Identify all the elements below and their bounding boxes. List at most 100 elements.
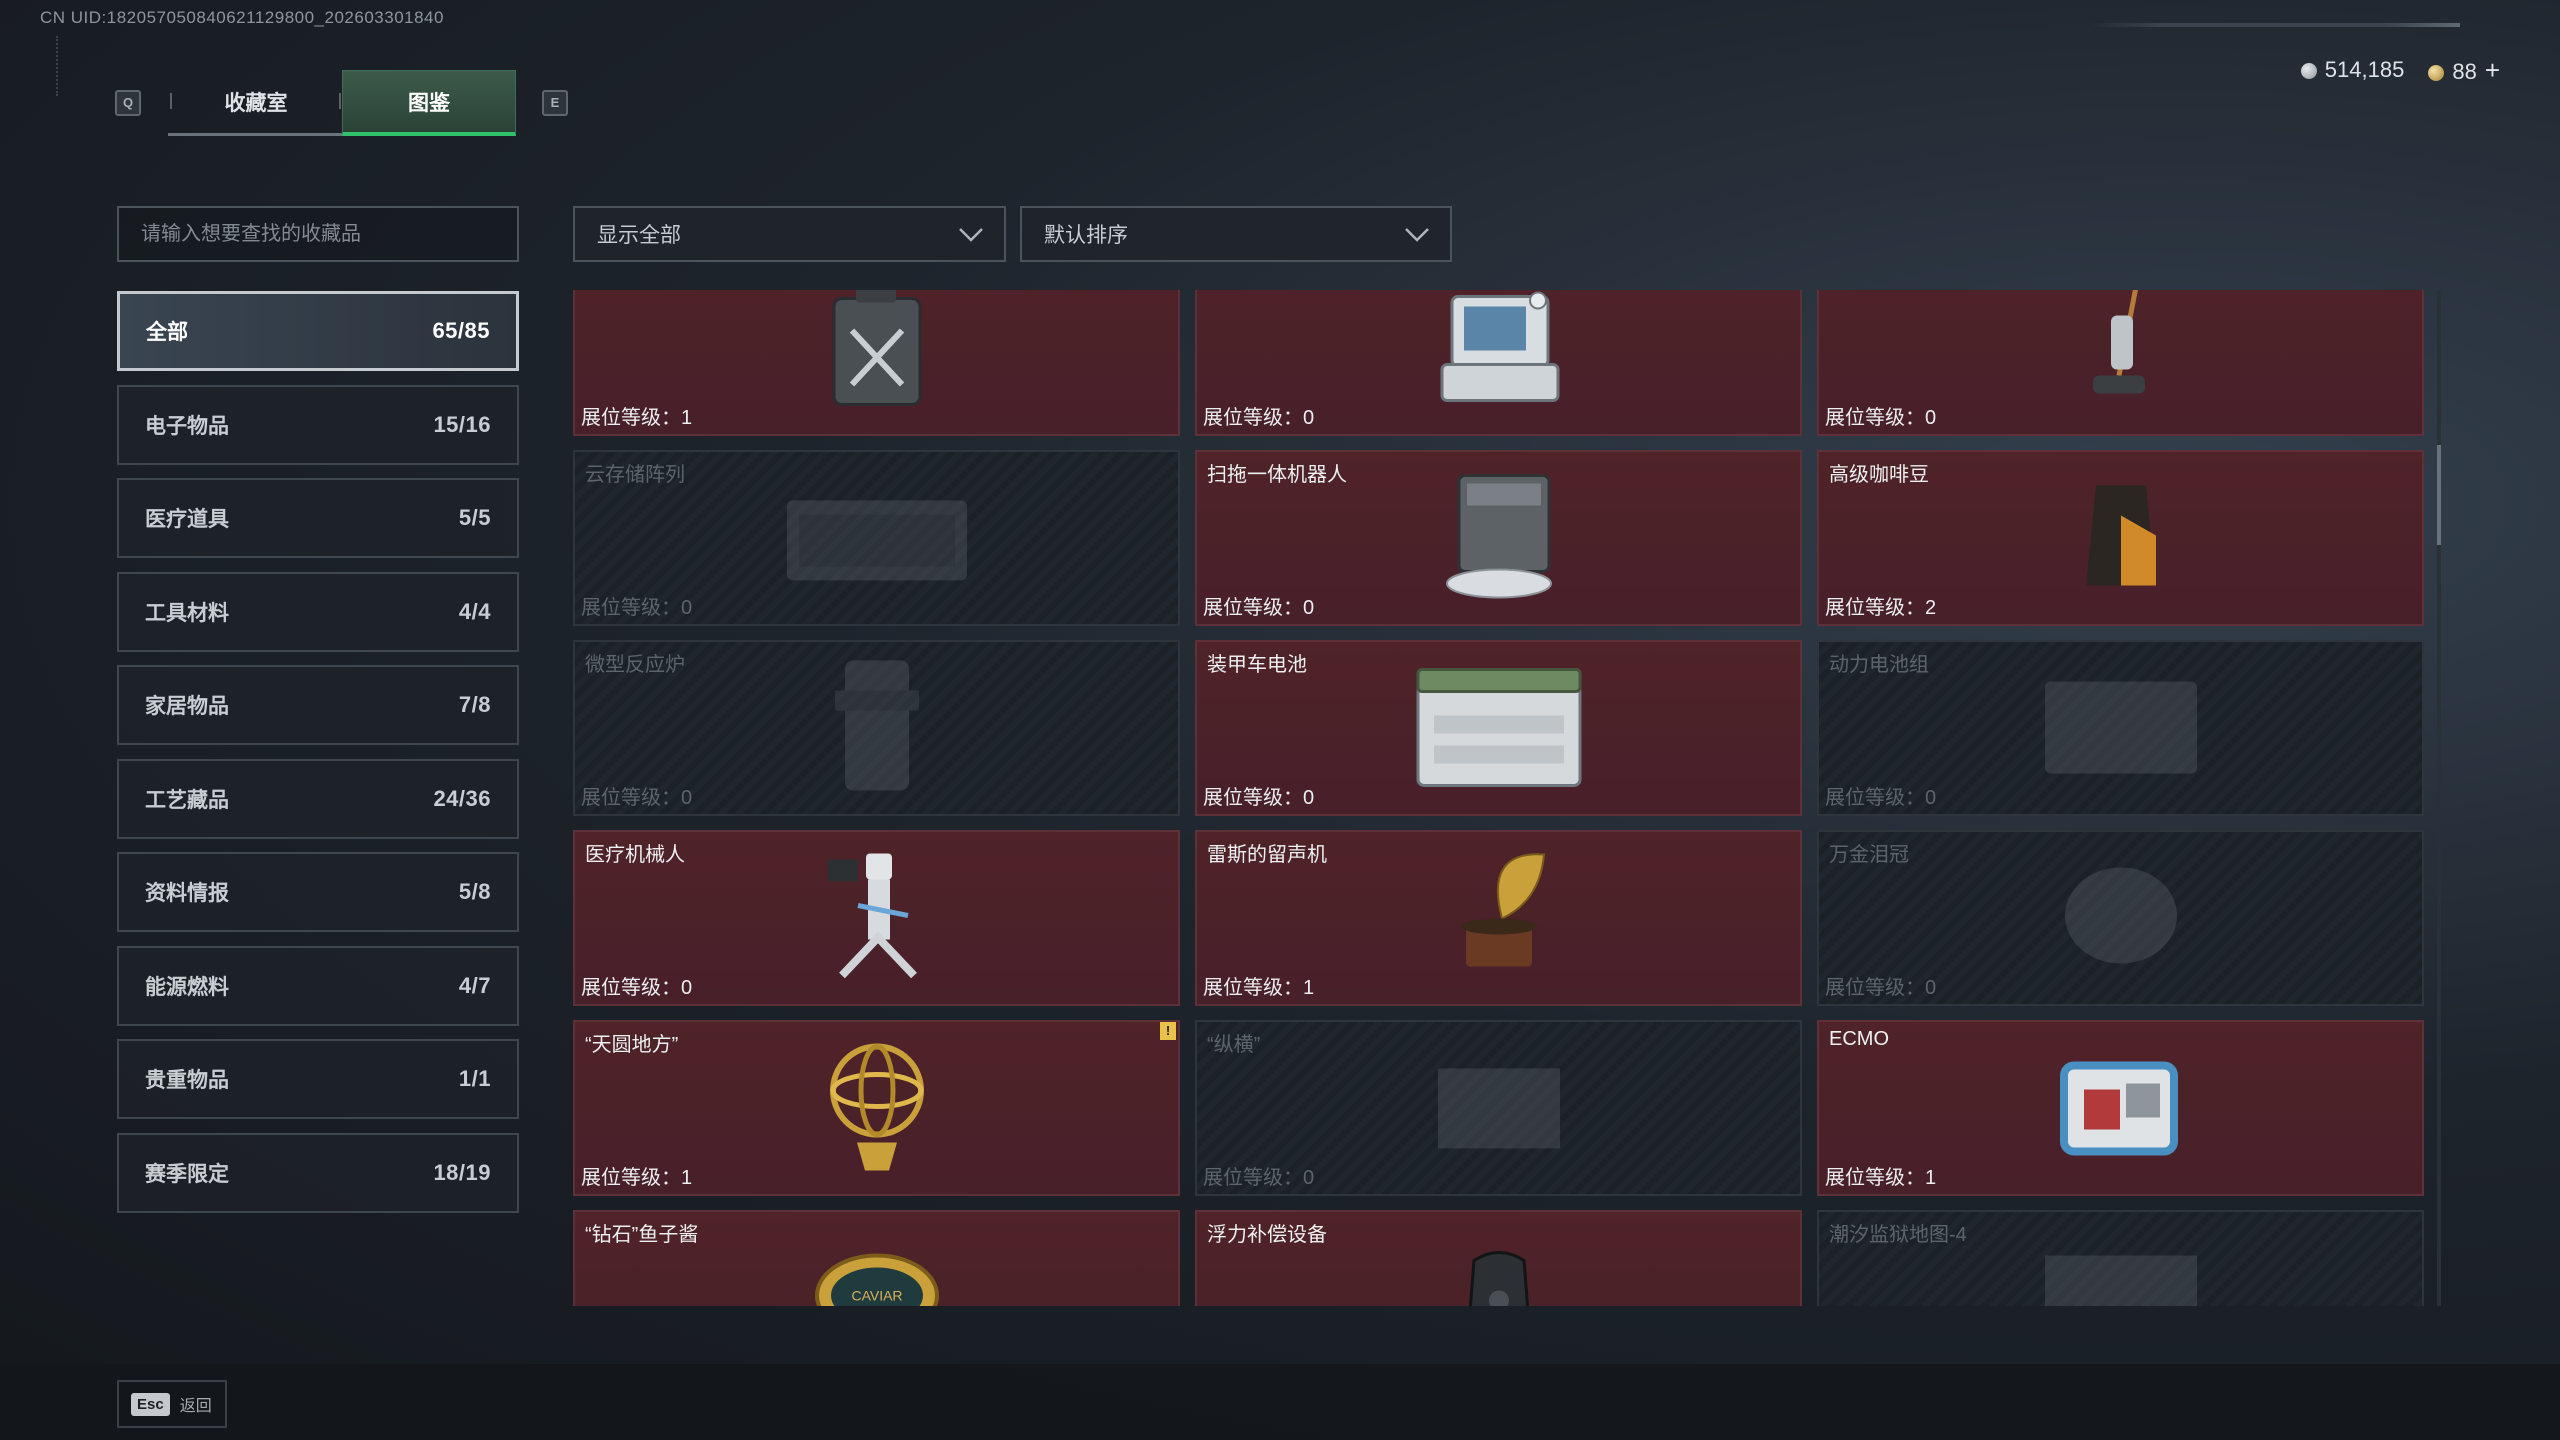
collection-item-card[interactable]: 展位等级：1 bbox=[573, 290, 1180, 436]
tab-collection-room[interactable]: 收藏室 bbox=[168, 70, 344, 136]
category-count: 1/1 bbox=[458, 1066, 491, 1091]
item-level: 展位等级：0 bbox=[1825, 971, 1936, 1000]
scrollbar-thumb[interactable] bbox=[2437, 445, 2441, 545]
collection-item-card[interactable]: CAVIAR “钻石”鱼子酱 bbox=[573, 1210, 1180, 1306]
item-level: 展位等级：0 bbox=[581, 591, 692, 620]
ecmo-machine-icon bbox=[2046, 1036, 2196, 1181]
filter-dropdown-value: 显示全部 bbox=[597, 224, 681, 247]
category-count: 7/8 bbox=[458, 692, 491, 717]
collection-item-card[interactable]: 高级咖啡豆 展位等级：2 bbox=[1817, 450, 2424, 626]
map-icon bbox=[2031, 1246, 2211, 1306]
tab-separator bbox=[339, 93, 341, 109]
grid-scrollbar[interactable] bbox=[2437, 290, 2441, 1306]
chevron-down-icon bbox=[959, 228, 983, 242]
item-level-label: 展位等级： bbox=[1825, 977, 1925, 999]
collection-item-card[interactable]: “纵横” 展位等级：0 bbox=[1195, 1020, 1802, 1196]
item-level-label: 展位等级： bbox=[1825, 1167, 1925, 1189]
item-level-label: 展位等级： bbox=[581, 407, 681, 429]
category-item[interactable]: 资料情报 5/8 bbox=[117, 852, 519, 932]
item-name: “纵横” bbox=[1207, 1034, 1261, 1056]
category-label: 电子物品 bbox=[145, 414, 229, 438]
item-name: ECMO bbox=[1829, 1028, 1889, 1050]
currency-divider bbox=[2090, 23, 2460, 27]
collection-item-card[interactable]: 动力电池组展位等级：0 bbox=[1817, 640, 2424, 816]
crown-icon bbox=[2056, 856, 2186, 981]
item-name: “钻石”鱼子酱 bbox=[585, 1224, 699, 1246]
item-name: 装甲车电池 bbox=[1207, 654, 1307, 676]
item-level-label: 展位等级： bbox=[581, 787, 681, 809]
tab-codex[interactable]: 图鉴 bbox=[342, 70, 516, 136]
category-item[interactable]: 能源燃料 4/7 bbox=[117, 945, 519, 1026]
item-level-value: 2 bbox=[1925, 597, 1937, 619]
collection-item-card[interactable]: ECMO 展位等级：1 bbox=[1817, 1020, 2424, 1196]
chessboard-icon bbox=[1424, 1051, 1574, 1166]
collection-item-card[interactable]: 潮汐监狱地图-4 bbox=[1817, 1210, 2424, 1306]
category-item[interactable]: 工艺藏品 24/36 bbox=[117, 758, 519, 839]
prev-tab-key[interactable]: Q bbox=[115, 90, 141, 116]
item-level-value: 0 bbox=[1925, 787, 1937, 809]
category-count: 4/7 bbox=[458, 972, 491, 998]
item-name: 雷斯的留声机 bbox=[1207, 844, 1327, 866]
item-name: 高级咖啡豆 bbox=[1829, 464, 1929, 486]
category-item[interactable]: 贵重物品 1/1 bbox=[117, 1039, 519, 1119]
item-level-value: 0 bbox=[1303, 407, 1315, 429]
item-level-label: 展位等级： bbox=[581, 977, 681, 999]
collection-item-card[interactable]: 医疗机械人展位等级：0 bbox=[573, 830, 1180, 1006]
item-name: 扫拖一体机器人 bbox=[1207, 464, 1347, 486]
next-tab-key[interactable]: E bbox=[542, 90, 568, 116]
category-item[interactable]: 工具材料 4/4 bbox=[117, 571, 519, 652]
item-level-value: 0 bbox=[681, 977, 693, 999]
item-level-value: 1 bbox=[681, 407, 693, 429]
collection-item-card[interactable]: 云存储阵列 展位等级：0 bbox=[573, 450, 1180, 626]
back-button[interactable]: Esc 返回 bbox=[117, 1380, 227, 1428]
storage-array-icon bbox=[777, 481, 977, 596]
category-item[interactable]: 电子物品 15/16 bbox=[117, 384, 519, 465]
caviar-tin-label: CAVIAR bbox=[851, 1288, 902, 1304]
category-label: 工艺藏品 bbox=[145, 788, 229, 812]
item-name: 医疗机械人 bbox=[585, 844, 685, 866]
armillary-sphere-icon bbox=[817, 1031, 937, 1186]
collection-item-card[interactable]: 展位等级：0 bbox=[1817, 290, 2424, 436]
item-level: 展位等级：0 bbox=[1825, 401, 1936, 430]
collection-item-card[interactable]: 浮力补偿设备 bbox=[1195, 1210, 1802, 1306]
item-level-label: 展位等级： bbox=[1203, 1167, 1303, 1189]
filter-dropdown[interactable]: 显示全部 bbox=[573, 206, 1006, 262]
collection-item-card[interactable]: 雷斯的留声机 展位等级：1 bbox=[1195, 830, 1802, 1006]
silver-amount: 514,185 bbox=[2324, 57, 2405, 82]
player-uid: CN UID:1820570508406211298​00_2026033018… bbox=[40, 8, 444, 27]
gramophone-icon bbox=[1444, 841, 1554, 996]
collection-item-card[interactable]: 展位等级：0 bbox=[1195, 290, 1802, 436]
collection-search-input[interactable] bbox=[117, 206, 519, 262]
gold-coin-icon bbox=[2428, 64, 2445, 81]
category-item[interactable]: 家居物品 7/8 bbox=[117, 665, 519, 745]
collection-item-card[interactable]: 扫拖一体机器人 展位等级：0 bbox=[1195, 450, 1802, 626]
item-level: 展位等级：0 bbox=[1203, 781, 1314, 810]
category-item[interactable]: 医疗道具 5/5 bbox=[117, 478, 519, 558]
collection-item-card[interactable]: 万金泪冠 展位等级：0 bbox=[1817, 830, 2424, 1006]
collection-item-card[interactable]: 微型反应炉 展位等级：0 bbox=[573, 640, 1180, 816]
coffee-bag-icon bbox=[2076, 476, 2166, 601]
item-level-label: 展位等级： bbox=[581, 1167, 681, 1189]
reactor-icon bbox=[817, 651, 937, 806]
item-level-label: 展位等级： bbox=[1825, 787, 1925, 809]
gold-amount: 88 bbox=[2452, 58, 2477, 84]
item-level-label: 展位等级： bbox=[1825, 407, 1925, 429]
item-level-value: 0 bbox=[1303, 1167, 1315, 1189]
sort-dropdown[interactable]: 默认排序 bbox=[1020, 206, 1452, 262]
category-item[interactable]: 全部 65/85 bbox=[117, 291, 519, 371]
new-alert-icon: ! bbox=[1160, 1022, 1176, 1040]
add-currency-button[interactable]: + bbox=[2485, 55, 2500, 85]
collection-item-card[interactable]: “天圆地方” 展位等级：1! bbox=[573, 1020, 1180, 1196]
item-level-value: 1 bbox=[681, 1167, 693, 1189]
item-level-value: 0 bbox=[681, 597, 693, 619]
category-count: 24/36 bbox=[433, 785, 491, 811]
sort-dropdown-value: 默认排序 bbox=[1044, 224, 1128, 247]
silver-coin-icon bbox=[2300, 63, 2317, 80]
category-item[interactable]: 赛季限定 18/19 bbox=[117, 1132, 519, 1213]
item-level-label: 展位等级： bbox=[1203, 977, 1303, 999]
category-count: 4/4 bbox=[458, 598, 491, 624]
collection-item-card[interactable]: 装甲车电池展位等级：0 bbox=[1195, 640, 1802, 816]
item-name: 动力电池组 bbox=[1829, 654, 1929, 676]
category-count: 15/16 bbox=[433, 411, 491, 437]
back-label: 返回 bbox=[179, 1398, 212, 1415]
